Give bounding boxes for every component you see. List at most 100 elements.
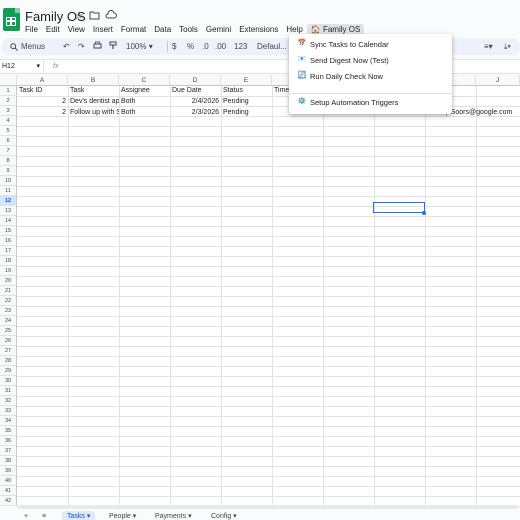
name-box[interactable]: H12 ▾: [0, 60, 44, 73]
cloud-status-icon[interactable]: [105, 9, 117, 23]
zoom-select[interactable]: 100% ▾: [126, 41, 153, 52]
row-header[interactable]: 3: [0, 106, 17, 116]
cell-b3[interactable]: Follow up with S: [68, 108, 119, 118]
star-icon[interactable]: ☆: [74, 10, 84, 22]
row-header[interactable]: 15: [0, 226, 17, 236]
all-sheets-icon[interactable]: ≡: [42, 511, 46, 520]
row-header[interactable]: 32: [0, 396, 17, 406]
sheets-logo-icon[interactable]: [3, 8, 20, 31]
tab-config[interactable]: Config ▾: [211, 511, 237, 520]
decrease-decimal-button[interactable]: .0: [202, 41, 209, 52]
row-header[interactable]: 33: [0, 406, 17, 416]
row-header[interactable]: 6: [0, 136, 17, 146]
row-header[interactable]: 22: [0, 296, 17, 306]
row-header[interactable]: 13: [0, 206, 17, 216]
menu-view[interactable]: View: [64, 24, 89, 36]
row-header[interactable]: 17: [0, 246, 17, 256]
column-header-a[interactable]: A: [17, 75, 68, 86]
menu-tools[interactable]: Tools: [175, 24, 202, 36]
cell-a2[interactable]: 2: [17, 97, 68, 107]
move-folder-icon[interactable]: [89, 10, 100, 23]
row-header[interactable]: 12: [0, 196, 17, 206]
row-header[interactable]: 41: [0, 486, 17, 496]
select-all-corner[interactable]: [0, 75, 17, 86]
increase-decimal-button[interactable]: .00: [215, 41, 226, 52]
redo-icon[interactable]: ↷: [78, 41, 85, 52]
column-header-e[interactable]: E: [221, 75, 272, 86]
cell-a1[interactable]: Task ID: [17, 86, 68, 96]
column-header-j[interactable]: J: [476, 75, 520, 86]
menu-format[interactable]: Format: [117, 24, 150, 36]
row-header[interactable]: 7: [0, 146, 17, 156]
row-header[interactable]: 25: [0, 326, 17, 336]
row-header[interactable]: 42: [0, 496, 17, 506]
row-header[interactable]: 29: [0, 366, 17, 376]
tab-payments[interactable]: Payments ▾: [155, 511, 192, 520]
row-header[interactable]: 38: [0, 456, 17, 466]
spreadsheet-grid[interactable]: A B C D E F G H I J 12345678910111213141…: [0, 75, 520, 507]
row-header[interactable]: 28: [0, 356, 17, 366]
column-header-b[interactable]: B: [68, 75, 119, 86]
cell-a3[interactable]: 2: [17, 108, 68, 118]
column-header-c[interactable]: C: [119, 75, 170, 86]
cell-d3[interactable]: 2/3/2026: [170, 108, 221, 118]
cell-d1[interactable]: Due Date: [170, 86, 221, 96]
currency-format-button[interactable]: $: [172, 41, 176, 52]
more-formats-button[interactable]: 123: [234, 41, 247, 52]
row-header[interactable]: 14: [0, 216, 17, 226]
add-sheet-icon[interactable]: +: [24, 511, 28, 520]
cell-b1[interactable]: Task: [68, 86, 119, 96]
row-header[interactable]: 8: [0, 156, 17, 166]
row-header[interactable]: 10: [0, 176, 17, 186]
row-header[interactable]: 26: [0, 336, 17, 346]
row-header[interactable]: 18: [0, 256, 17, 266]
row-header[interactable]: 23: [0, 306, 17, 316]
cell-c1[interactable]: Assignee: [119, 86, 170, 96]
menu-item-send-digest[interactable]: 📧 Send Digest Now (Test): [289, 53, 452, 67]
row-header[interactable]: 30: [0, 376, 17, 386]
row-header[interactable]: 34: [0, 416, 17, 426]
cell-b2[interactable]: Dev's dentist ap: [68, 97, 119, 107]
row-header[interactable]: 11: [0, 186, 17, 196]
cell-c2[interactable]: Both: [119, 97, 170, 107]
menu-gemini[interactable]: Gemini: [202, 24, 235, 36]
column-header-d[interactable]: D: [170, 75, 221, 86]
row-header[interactable]: 39: [0, 466, 17, 476]
menu-data[interactable]: Data: [150, 24, 175, 36]
menu-item-run-daily-check[interactable]: 🔄 Run Daily Check Now: [289, 69, 452, 83]
row-header[interactable]: 1: [0, 86, 17, 96]
cell-e1[interactable]: Status: [221, 86, 272, 96]
menu-extensions[interactable]: Extensions: [235, 24, 282, 36]
undo-icon[interactable]: ↶: [63, 41, 70, 52]
row-header[interactable]: 37: [0, 446, 17, 456]
row-header[interactable]: 40: [0, 476, 17, 486]
cell-e2[interactable]: Pending: [221, 97, 272, 107]
print-icon[interactable]: [93, 41, 102, 53]
row-header[interactable]: 20: [0, 276, 17, 286]
cell-d2[interactable]: 2/4/2026: [170, 97, 221, 107]
row-header[interactable]: 4: [0, 116, 17, 126]
menu-insert[interactable]: Insert: [89, 24, 117, 36]
percent-format-button[interactable]: %: [187, 41, 194, 52]
row-header[interactable]: 27: [0, 346, 17, 356]
row-header[interactable]: 24: [0, 316, 17, 326]
row-header[interactable]: 19: [0, 266, 17, 276]
search-menus[interactable]: Menus: [6, 40, 54, 53]
row-header[interactable]: 2: [0, 96, 17, 106]
active-cell-selection[interactable]: [373, 202, 425, 213]
menu-item-sync-tasks[interactable]: 📅 Sync Tasks to Calendar: [289, 37, 452, 51]
row-header[interactable]: 5: [0, 126, 17, 136]
tab-people[interactable]: People ▾: [109, 511, 136, 520]
fill-handle[interactable]: [422, 211, 426, 215]
cell-e3[interactable]: Pending: [221, 108, 272, 118]
vertical-align-icon[interactable]: ⤓▾: [504, 41, 511, 52]
menu-item-setup-triggers[interactable]: ⚙️ Setup Automation Triggers: [289, 95, 452, 109]
cell-c3[interactable]: Both: [119, 108, 170, 118]
row-header[interactable]: 36: [0, 436, 17, 446]
font-select[interactable]: Defaul...: [257, 41, 287, 52]
row-header[interactable]: 9: [0, 166, 17, 176]
tab-tasks[interactable]: Tasks ▾: [62, 511, 96, 520]
align-icon[interactable]: ≡▾: [484, 41, 493, 52]
row-header[interactable]: 16: [0, 236, 17, 246]
row-header[interactable]: 31: [0, 386, 17, 396]
